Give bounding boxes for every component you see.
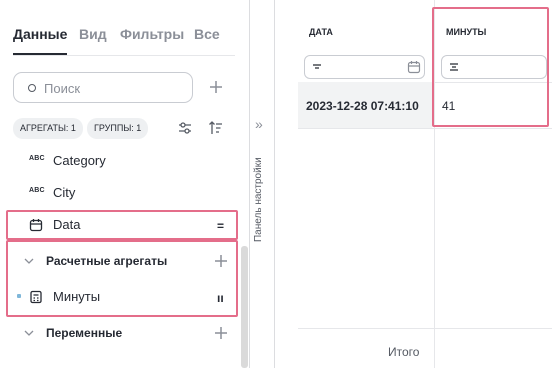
field-minutes[interactable]: Минуты ıı: [0, 285, 248, 309]
scrollbar[interactable]: [241, 246, 248, 368]
column-header-minutes[interactable]: МИНУТЫ: [446, 27, 486, 37]
divider: [274, 0, 275, 368]
add-field-icon[interactable]: [208, 79, 224, 95]
selection-indicator: [17, 294, 21, 298]
cell-minutes: 41: [442, 99, 456, 113]
tab-view[interactable]: Вид: [79, 26, 107, 42]
field-label: Минуты: [53, 289, 101, 304]
calendar-icon[interactable]: [407, 60, 421, 74]
add-variable-icon[interactable]: [213, 325, 229, 341]
calendar-icon: [29, 219, 43, 232]
cell-date: 2023-12-28 07:41:10: [306, 99, 419, 113]
field-category[interactable]: ABC Category: [0, 149, 248, 173]
string-type-badge: ABC: [29, 187, 45, 194]
tab-data[interactable]: Данные: [13, 26, 68, 55]
search-input[interactable]: [44, 78, 184, 98]
group-label: Переменные: [46, 326, 123, 340]
add-aggregate-icon[interactable]: [213, 253, 229, 269]
search-icon: [28, 84, 36, 92]
aggregates-chip[interactable]: АГРЕГАТЫ: 1: [13, 118, 83, 139]
total-label: Итого: [388, 345, 420, 359]
settings-panel-label: Панель настройки: [253, 157, 264, 242]
chevron-down-icon[interactable]: [22, 326, 36, 340]
chevron-down-icon[interactable]: [22, 254, 36, 268]
column-header-date[interactable]: ДАТА: [309, 27, 333, 37]
panel-tabs: Данные Вид Фильтры Все: [13, 26, 235, 56]
equals-icon: =: [217, 219, 225, 233]
settings-sliders-icon[interactable]: [177, 120, 193, 136]
row-divider: [298, 128, 552, 129]
sort-icon[interactable]: [208, 120, 224, 136]
string-type-badge: ABC: [29, 155, 45, 162]
calculator-icon: [30, 290, 42, 304]
tab-all[interactable]: Все: [194, 26, 220, 42]
date-filter-input[interactable]: [304, 55, 425, 79]
table-row[interactable]: 2023-12-28 07:41:10: [298, 82, 432, 128]
settings-panel-toggle[interactable]: » Панель настройки: [250, 0, 273, 368]
footer-divider: [298, 328, 552, 329]
field-city[interactable]: ABC City: [0, 181, 248, 205]
field-label: Category: [53, 153, 106, 168]
minutes-filter-input[interactable]: [441, 55, 547, 79]
group-label: Расчетные агрегаты: [46, 254, 168, 268]
groups-chip[interactable]: ГРУППЫ: 1: [87, 118, 149, 139]
filter-icon: [450, 63, 458, 71]
group-variables[interactable]: Переменные: [0, 321, 248, 345]
fields-panel: Данные Вид Фильтры Все АГРЕГАТЫ: 1 ГРУПП…: [0, 0, 248, 368]
search-box: [13, 72, 193, 103]
group-calculated-aggregates[interactable]: Расчетные агрегаты: [0, 249, 248, 273]
field-data[interactable]: Data =: [0, 213, 248, 237]
pause-icon: ıı: [217, 291, 224, 305]
data-table: ДАТА МИНУТЫ 2023-12-28 07:41:10 41 Итого: [298, 0, 552, 368]
filter-icon: [313, 64, 321, 69]
column-divider: [434, 0, 435, 368]
chevrons-right-icon[interactable]: »: [255, 116, 263, 132]
field-label: Data: [53, 217, 81, 232]
tab-filters[interactable]: Фильтры: [120, 26, 184, 42]
field-label: City: [53, 185, 76, 200]
